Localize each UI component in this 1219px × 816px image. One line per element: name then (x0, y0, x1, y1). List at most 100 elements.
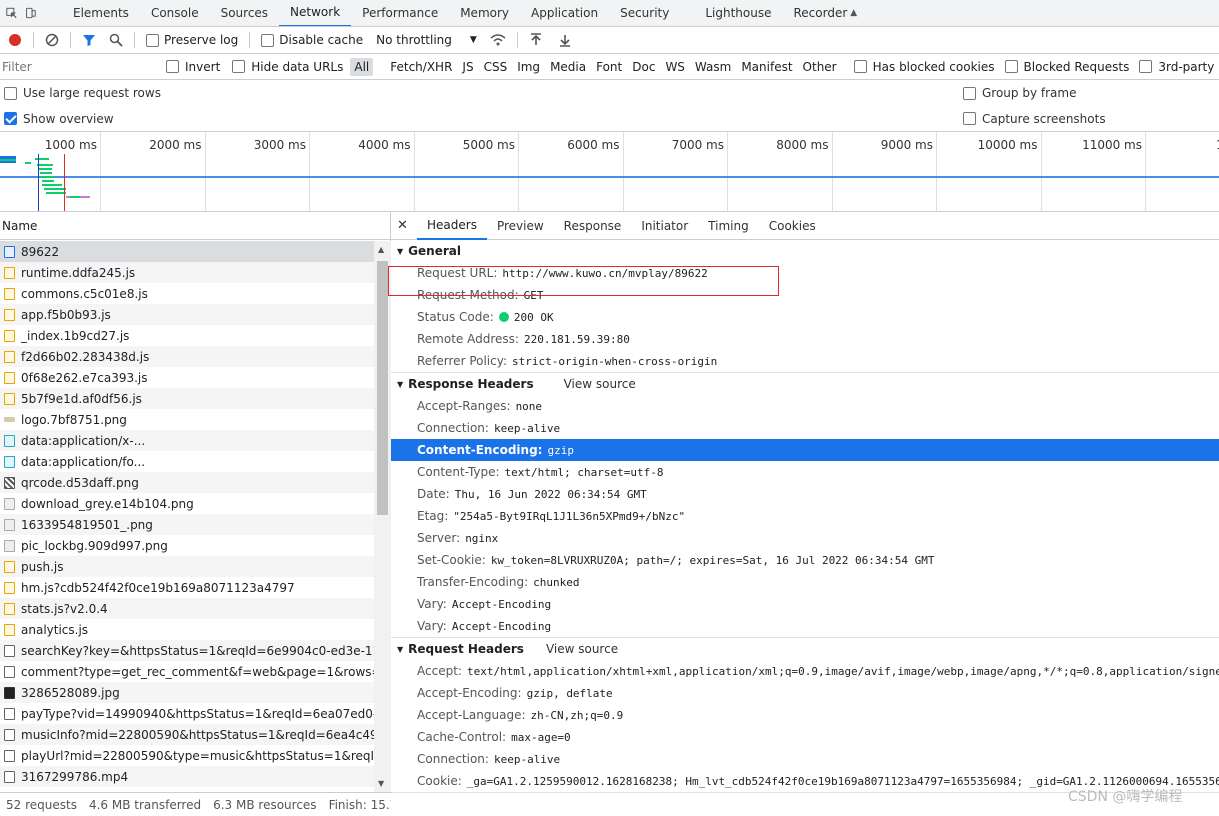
request-row[interactable]: 1633954819501_.png (0, 514, 374, 535)
third-party-checkbox[interactable] (1139, 60, 1153, 73)
tab-security[interactable]: Security (609, 0, 680, 26)
detail-tab-timing[interactable]: Timing (698, 212, 759, 240)
request-row[interactable]: qrcode.d53daff.png (0, 472, 374, 493)
header-row[interactable]: Remote Address: 220.181.59.39:80 (391, 328, 1219, 350)
header-row[interactable]: Accept-Ranges: none (391, 395, 1219, 417)
hide-data-urls-checkbox[interactable] (232, 60, 246, 73)
has-blocked-cookies-checkbox[interactable] (853, 60, 867, 73)
scroll-down-icon[interactable]: ▼ (378, 779, 384, 788)
search-icon[interactable] (109, 33, 123, 47)
tab-application[interactable]: Application (520, 0, 609, 26)
header-row[interactable]: Accept: text/html,application/xhtml+xml,a… (391, 660, 1219, 682)
filter-type-all[interactable]: All (350, 57, 374, 76)
detail-tab-cookies[interactable]: Cookies (759, 212, 826, 240)
filter-type-img[interactable]: Img (513, 58, 544, 76)
header-row[interactable]: Status Code: 200 OK (391, 306, 1219, 328)
request-row[interactable]: stats.js?v2.0.4 (0, 598, 374, 619)
request-row[interactable]: data:application/fo... (0, 451, 374, 472)
request-row[interactable]: data:application/x-... (0, 430, 374, 451)
filter-type-js[interactable]: JS (458, 58, 477, 76)
tab-sources[interactable]: Sources (210, 0, 279, 26)
filter-type-other[interactable]: Other (799, 58, 841, 76)
show-overview-checkbox[interactable] (4, 112, 17, 125)
request-row[interactable]: musicInfo?mid=22800590&httpsStatus=1&req… (0, 724, 374, 745)
header-row[interactable]: Connection: keep-alive (391, 417, 1219, 439)
detail-tab-initiator[interactable]: Initiator (631, 212, 698, 240)
request-row[interactable]: _index.1b9cd27.js (0, 325, 374, 346)
blocked-requests-checkbox[interactable] (1004, 60, 1018, 73)
filter-type-media[interactable]: Media (546, 58, 590, 76)
request-row[interactable]: app.f5b0b93.js (0, 304, 374, 325)
request-row[interactable]: comment?type=get_rec_comment&f=web&page=… (0, 661, 374, 682)
header-row[interactable]: Etag: "254a5-Byt9IRqL1J1L36n5XPmd9+/bNzc" (391, 505, 1219, 527)
request-row[interactable]: payType?vid=14990940&httpsStatus=1&reqId… (0, 703, 374, 724)
filter-type-fetchxhr[interactable]: Fetch/XHR (386, 58, 456, 76)
request-row[interactable]: 89622 (0, 241, 374, 262)
tab-lighthouse[interactable]: Lighthouse (694, 0, 782, 26)
filter-type-ws[interactable]: WS (661, 58, 688, 76)
scroll-up-icon[interactable]: ▲ (378, 245, 384, 254)
request-row[interactable]: searchKey?key=&httpsStatus=1&reqId=6e990… (0, 640, 374, 661)
filter-type-font[interactable]: Font (592, 58, 626, 76)
invert-checkbox[interactable] (166, 60, 179, 73)
header-row[interactable]: Accept-Language: zh-CN,zh;q=0.9 (391, 704, 1219, 726)
device-toolbar-icon[interactable] (25, 6, 36, 20)
header-row[interactable]: Vary: Accept-Encoding (391, 593, 1219, 615)
scrollbar-thumb[interactable] (377, 261, 388, 515)
request-list-scrollbar[interactable]: ▲ ▼ (374, 241, 391, 792)
tab-performance[interactable]: Performance (351, 0, 449, 26)
filter-icon[interactable] (82, 33, 96, 47)
capture-screenshots-checkbox[interactable] (963, 112, 976, 125)
request-row[interactable]: f2d66b02.283438d.js (0, 346, 374, 367)
filter-input[interactable] (2, 56, 152, 77)
network-conditions-icon[interactable] (490, 33, 506, 47)
tab-elements[interactable]: Elements (62, 0, 140, 26)
tab-network[interactable]: Network (279, 0, 352, 26)
request-row[interactable]: push.js (0, 556, 374, 577)
request-row[interactable]: 3286528089.jpg (0, 682, 374, 703)
large-rows-checkbox[interactable] (4, 86, 17, 100)
name-column-header[interactable]: Name (0, 212, 390, 240)
request-row[interactable]: 3167299786.mp4 (0, 766, 374, 787)
network-overview[interactable]: 1000 ms 2000 ms 3000 ms 4000 ms 5000 ms 6000 … (0, 132, 1219, 212)
detail-tab-response[interactable]: Response (554, 212, 632, 240)
request-row[interactable]: 0f68e262.e7ca393.js (0, 367, 374, 388)
header-row[interactable]: Date: Thu, 16 Jun 2022 06:34:54 GMT (391, 483, 1219, 505)
filter-type-wasm[interactable]: Wasm (691, 58, 735, 76)
request-row[interactable]: pic_lockbg.909d997.png (0, 535, 374, 556)
header-row[interactable]: Set-Cookie: kw_token=8LVRUXRUZ0A; path=/;… (391, 549, 1219, 571)
request-row[interactable]: playUrl?mid=22800590&type=music&httpsSta… (0, 745, 374, 766)
header-row[interactable]: Vary: Accept-Encoding (391, 615, 1219, 637)
tab-recorder[interactable]: Recorder (783, 0, 859, 26)
request-row[interactable]: analytics.js (0, 619, 374, 640)
request-row[interactable]: commons.c5c01e8.js (0, 283, 374, 304)
header-row[interactable]: Content-Type: text/html; charset=utf-8 (391, 461, 1219, 483)
header-row[interactable]: Connection: keep-alive (391, 748, 1219, 770)
filter-type-css[interactable]: CSS (480, 58, 512, 76)
request-row[interactable]: download_grey.e14b104.png (0, 493, 374, 514)
general-section-header[interactable]: ▼ General (391, 240, 1219, 262)
header-row[interactable]: Transfer-Encoding: chunked (391, 571, 1219, 593)
request-row[interactable]: runtime.ddfa245.js (0, 262, 374, 283)
preserve-log-checkbox[interactable] (146, 33, 159, 47)
request-row[interactable]: 5b7f9e1d.af0df56.js (0, 388, 374, 409)
header-row[interactable]: Content-Encoding: gzip (391, 439, 1219, 461)
view-source-link[interactable]: View source (546, 642, 618, 656)
tab-memory[interactable]: Memory (449, 0, 520, 26)
import-har-icon[interactable] (529, 33, 543, 47)
inspect-element-icon[interactable] (6, 6, 17, 20)
detail-tab-headers[interactable]: Headers (417, 212, 487, 240)
request-row[interactable]: logo.7bf8751.png (0, 409, 374, 430)
request-row[interactable]: hm.js?cdb524f42f0ce19b169a8071123a4797 (0, 577, 374, 598)
group-by-frame-checkbox[interactable] (963, 86, 976, 100)
header-row[interactable]: Accept-Encoding: gzip, deflate (391, 682, 1219, 704)
response-headers-header[interactable]: ▼ Response Headers View source (391, 373, 1219, 395)
tab-console[interactable]: Console (140, 0, 210, 26)
header-row[interactable]: Server: nginx (391, 527, 1219, 549)
close-icon[interactable]: ✕ (397, 218, 417, 233)
detail-tab-preview[interactable]: Preview (487, 212, 554, 240)
clear-icon[interactable] (45, 33, 59, 47)
record-icon[interactable] (8, 33, 22, 47)
disable-cache-checkbox[interactable] (261, 33, 275, 47)
filter-type-manifest[interactable]: Manifest (737, 58, 796, 76)
